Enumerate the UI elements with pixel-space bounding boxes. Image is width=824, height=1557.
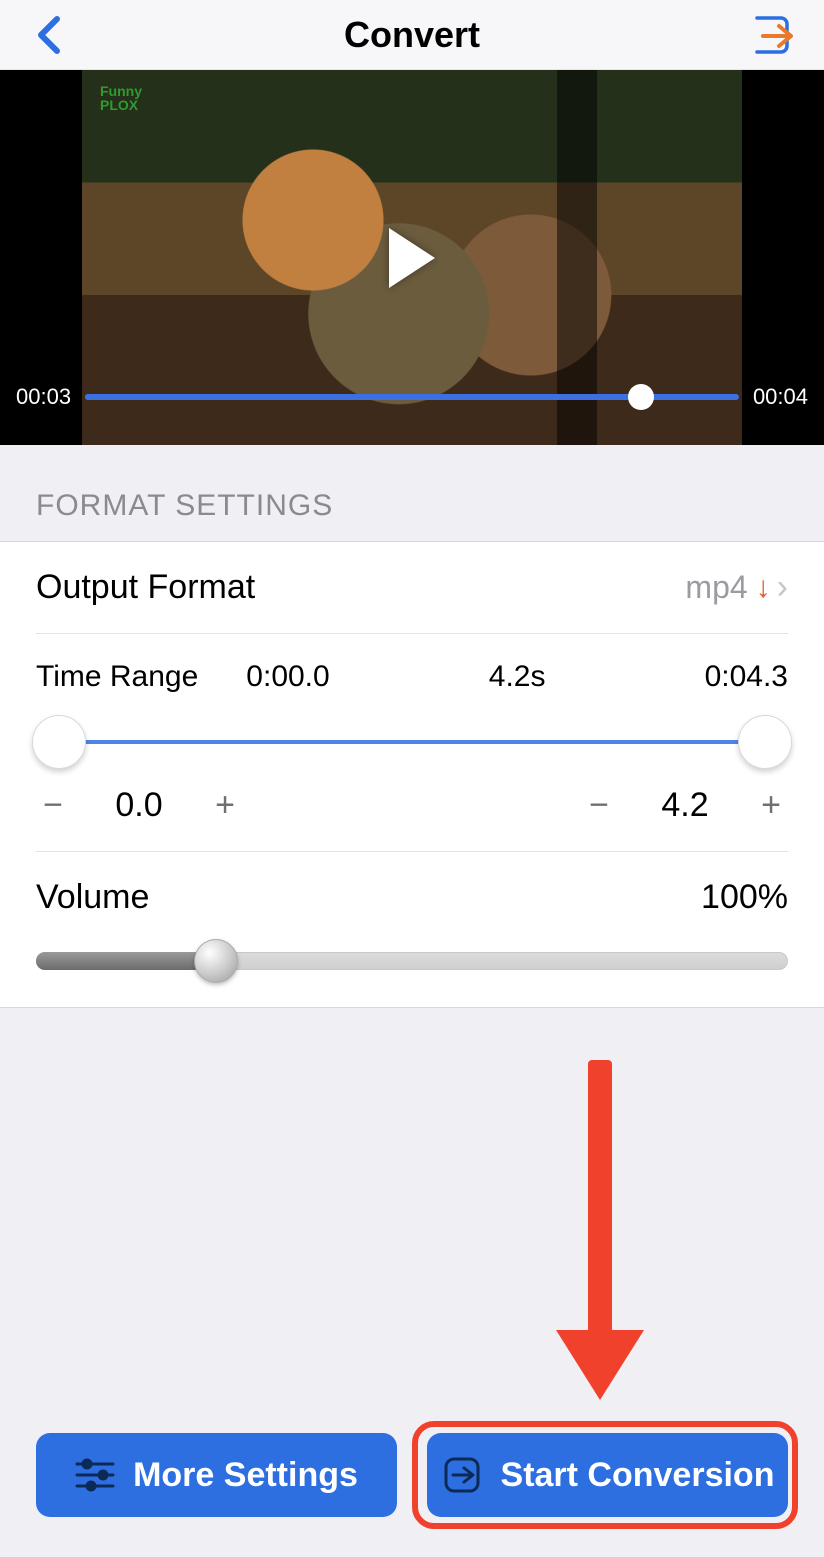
- sliders-icon: [75, 1458, 115, 1492]
- video-watermark: Funny PLOX: [100, 84, 142, 112]
- section-header-format: FORMAT SETTINGS: [0, 445, 824, 541]
- start-value: 0.0: [104, 786, 174, 825]
- back-button[interactable]: [28, 15, 68, 55]
- export-icon: [749, 12, 795, 58]
- start-plus-button[interactable]: +: [208, 786, 242, 825]
- time-range-thumb-end[interactable]: [738, 715, 792, 769]
- output-format-row[interactable]: Output Format mp4 ↓ ›: [36, 542, 788, 633]
- time-range-thumb-start[interactable]: [32, 715, 86, 769]
- more-settings-button[interactable]: More Settings: [36, 1433, 397, 1517]
- page-title: Convert: [344, 14, 480, 56]
- video-preview[interactable]: Funny PLOX 00:03 00:04: [0, 70, 824, 445]
- more-settings-label: More Settings: [133, 1456, 358, 1495]
- end-stepper: − 4.2 +: [582, 786, 788, 825]
- volume-value: 100%: [701, 878, 788, 917]
- start-minus-button[interactable]: −: [36, 786, 70, 825]
- volume-label: Volume: [36, 878, 149, 917]
- scrub-track[interactable]: [85, 394, 739, 400]
- chevron-right-icon: ›: [777, 568, 788, 607]
- time-range-row: Time Range 0:00.0 4.2s 0:04.3 − 0.0 + − …: [36, 633, 788, 851]
- start-conversion-label: Start Conversion: [501, 1456, 775, 1495]
- video-current-time: 00:03: [16, 384, 71, 410]
- download-arrow-icon: ↓: [756, 571, 771, 605]
- play-icon[interactable]: [389, 228, 435, 288]
- bottom-bar: More Settings Start Conversion: [0, 1433, 824, 1517]
- video-scrubber[interactable]: 00:03 00:04: [0, 384, 824, 410]
- time-range-slider[interactable]: [36, 712, 788, 772]
- annotation-arrow: [570, 1060, 630, 1400]
- time-range-end: 0:04.3: [705, 660, 788, 694]
- volume-row: Volume 100%: [36, 851, 788, 1007]
- end-plus-button[interactable]: +: [754, 786, 788, 825]
- header-bar: Convert: [0, 0, 824, 70]
- end-minus-button[interactable]: −: [582, 786, 616, 825]
- time-range-label: Time Range: [36, 660, 198, 694]
- chevron-left-icon: [35, 15, 61, 55]
- volume-thumb[interactable]: [194, 939, 238, 983]
- time-range-start: 0:00.0: [246, 660, 329, 694]
- start-stepper: − 0.0 +: [36, 786, 242, 825]
- end-value: 4.2: [650, 786, 720, 825]
- export-button[interactable]: [748, 11, 796, 59]
- format-settings-card: Output Format mp4 ↓ › Time Range 0:00.0 4…: [0, 541, 824, 1008]
- convert-icon: [441, 1454, 483, 1496]
- video-total-time: 00:04: [753, 384, 808, 410]
- volume-slider[interactable]: [36, 941, 788, 981]
- time-range-duration: 4.2s: [489, 660, 546, 694]
- output-format-label: Output Format: [36, 568, 255, 607]
- output-format-value: mp4: [685, 569, 747, 606]
- scrub-thumb[interactable]: [628, 384, 654, 410]
- start-conversion-button[interactable]: Start Conversion: [427, 1433, 788, 1517]
